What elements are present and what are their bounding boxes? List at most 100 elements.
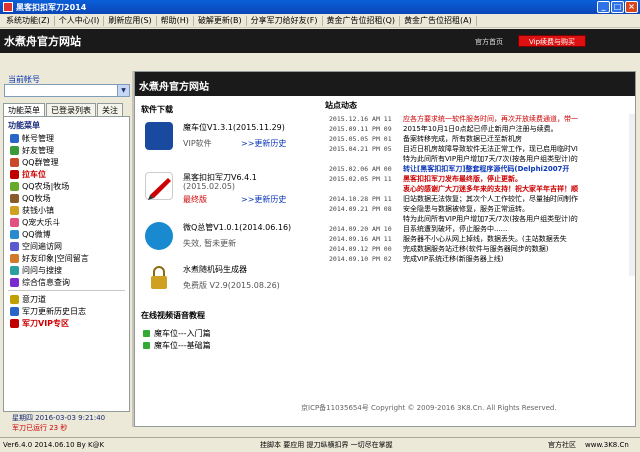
news-row: 衷心的感谢广大刀迷多年来的支持！祝大家羊年吉祥！顺 — [329, 184, 629, 194]
window-controls: _ □ × — [597, 1, 638, 13]
news-row: 特为此间所有VIP用户增加7天/7次(按各用户组类型计)的 — [329, 154, 629, 164]
site-title: 水煮舟官方网站 — [4, 35, 81, 48]
ranch-icon — [10, 193, 19, 203]
ask-icon — [10, 265, 19, 275]
news-text[interactable]: 完成VIP系统迁移(新服务器上线) — [403, 254, 504, 264]
community-link[interactable]: 官方社区 — [548, 440, 576, 450]
sidebar-item-label: 问问与搜搜 — [22, 265, 62, 275]
spacer-strip — [0, 55, 640, 69]
sidebar-item[interactable]: QQ农场|牧场 — [4, 180, 129, 192]
sidebar-item[interactable]: Q宠大乐斗 — [4, 216, 129, 228]
sidebar-item[interactable]: 好友印象|空间留言 — [4, 252, 129, 264]
sidebar-item[interactable]: 空间遍访网 — [4, 240, 129, 252]
news-text[interactable]: 备案转移完成，所有数据已迁至新机房 — [403, 134, 522, 144]
site-url[interactable]: www.3K8.Cn — [585, 441, 629, 449]
sidebar-item-label: 意刀道 — [22, 294, 46, 304]
sidebar-item[interactable]: 意刀道 — [4, 293, 129, 305]
check-icon — [143, 330, 150, 337]
tutorial-label[interactable]: 魔车位---入门篇 — [154, 328, 211, 339]
news-text[interactable]: 完成数据服务站迁移(软件与服务器同步的数据) — [403, 244, 548, 254]
tab-function-menu[interactable]: 功能菜单 — [3, 103, 45, 117]
news-text[interactable]: 目近日机房故障导致软件无法正常工作，现已启用临时VI — [403, 144, 578, 154]
sidebar-item[interactable]: 拉车位 — [4, 168, 129, 180]
sidebar-item[interactable]: 好友管理 — [4, 144, 129, 156]
tutorial-link[interactable]: 魔车位---基础篇 — [143, 340, 211, 351]
sidebar-item-label: QQ群管理 — [22, 157, 59, 167]
download-item-qq[interactable]: 微Q总管V1.0.1(2014.06.16) 失效, 暂未更新 — [141, 220, 321, 260]
slogan-text: 挂脚本 要应用 提刀纵横扣界 一切尽在掌握 — [260, 441, 393, 449]
download-sub: 免费版 V2.9(2015.08.26) — [183, 281, 280, 290]
news-text[interactable]: 服务器不小心从网上掉线，数据丢失。(主站数据丢失 — [403, 234, 567, 244]
minimize-icon[interactable]: _ — [597, 1, 610, 13]
news-row: 2014.10.28 PM 11 旧站数据无法恢复；其次个人工作较忙，尽量抽时间制… — [329, 194, 629, 204]
news-time: 2014.09.10 PM 02 — [329, 255, 392, 263]
download-item-knife[interactable]: 黑客扣扣军刀V6.4.1 (2015.02.05) 最终版 >>更新历史 — [141, 170, 321, 210]
sidebar-status: 星期四 2016-03-03 9:21:40 军刀已运行 23 秒 — [0, 413, 132, 432]
menu-help[interactable]: 帮助(H) — [157, 15, 194, 26]
update-history-link[interactable]: >>更新历史 — [241, 194, 286, 205]
download-name[interactable]: 微Q总管V1.0.1(2014.06.16) — [183, 222, 291, 233]
news-time: 2014.09.12 PM 00 — [329, 245, 392, 253]
news-row: 2015.04.21 PM 05 目近日机房故障导致软件无法正常工作，现已启用临时… — [329, 144, 629, 154]
news-text[interactable]: 转让[黑客扣扣军刀]整套程序源代码(Delphi2007开 — [403, 164, 569, 174]
status-date: 星期四 2016-03-03 9:21:40 — [12, 414, 106, 422]
sidebar-item[interactable]: 军刀更新历史日志 — [4, 305, 129, 317]
sidebar-item[interactable]: QQ牧场 — [4, 192, 129, 204]
update-history-link[interactable]: >>更新历史 — [241, 138, 286, 149]
news-text[interactable]: 特为此间所有VIP用户增加7天/7次(按各用户组类型计)的 — [403, 214, 578, 224]
account-select[interactable]: ▼ — [4, 84, 130, 97]
menu-ad-q[interactable]: 黄金广告位招租(Q) — [323, 15, 401, 26]
news-row: 2015.05.05 PM 01 备案转移完成，所有数据已迁至新机房 — [329, 134, 629, 144]
title-bar: 黑客扣扣军刀2014 _ □ × — [0, 0, 640, 14]
qq-app-icon — [145, 222, 173, 250]
sidebar-item[interactable]: 军刀VIP专区 — [4, 317, 129, 329]
tab-follow[interactable]: 关注 — [97, 103, 123, 117]
news-text[interactable]: 衷心的感谢广大刀迷多年来的支持！祝大家羊年吉祥！顺 — [403, 184, 578, 194]
menu-personal[interactable]: 个人中心(I) — [55, 15, 105, 26]
vip-renew-button[interactable]: Vip续费与购买 — [518, 35, 586, 47]
news-time: 2014.09.20 AM 10 — [329, 225, 392, 233]
menu-system[interactable]: 系统功能(Z) — [2, 15, 55, 26]
sidebar-item[interactable]: QQ微博 — [4, 228, 129, 240]
knife-shape — [148, 178, 171, 200]
sidebar-item-label: 综合信息查询 — [22, 277, 70, 287]
news-text[interactable]: 应各方要求统一软件服务时间，再次开放续费通道，带一 — [403, 114, 578, 124]
sidebar-item[interactable]: 问问与搜搜 — [4, 264, 129, 276]
pet-icon — [10, 217, 19, 227]
news-scrollbar[interactable] — [629, 114, 635, 276]
sidebar-item[interactable]: QQ群管理 — [4, 156, 129, 168]
download-sub: 失效, 暂未更新 — [183, 239, 237, 248]
news-text[interactable]: 2015年10月1日0点起已停止新用户注册与续费。 — [403, 124, 558, 134]
tab-logged-in-list[interactable]: 已登录列表 — [46, 103, 96, 117]
download-name[interactable]: 水煮随机码生成器 — [183, 264, 247, 275]
tutorial-link[interactable]: 魔车位---入门篇 — [143, 328, 211, 339]
menu-share[interactable]: 分享军刀给好友(F) — [247, 15, 323, 26]
news-text[interactable]: 黑客扣扣军刀发布最终版，停止更新。 — [403, 174, 522, 184]
sidebar-item[interactable]: 帐号管理 — [4, 132, 129, 144]
news-list: 2015.12.16 AM 11 应各方要求统一软件服务时间，再次开放续费通道，带… — [329, 114, 629, 276]
tutorial-label[interactable]: 魔车位---基础篇 — [154, 340, 211, 351]
friends-icon — [10, 145, 19, 155]
sidebar-item-label: 好友印象|空间留言 — [22, 253, 89, 263]
account-icon — [10, 133, 19, 143]
download-item-car[interactable]: 魔车位V1.3.1(2015.11.29) VIP软件 >>更新历史 — [141, 120, 321, 160]
news-text[interactable]: 特为此间所有VIP用户增加7天/7次(按各用户组类型计)的 — [403, 154, 578, 164]
download-item-lock[interactable]: 水煮随机码生成器 免费版 V2.9(2015.08.26) — [141, 262, 321, 302]
status-bar: Ver6.4.0 2014.06.10 By K@K 挂脚本 要应用 提刀纵横扣… — [0, 437, 640, 452]
menu-crack-update[interactable]: 破解更新(B) — [194, 15, 247, 26]
log-icon — [10, 306, 19, 316]
news-text[interactable]: 安全隐患与数据被修复，服务正常运转。 — [403, 204, 529, 214]
news-time: 2015.04.21 PM 05 — [329, 145, 392, 153]
news-text[interactable]: 目系统遭到破坏，停止服务中...... — [403, 224, 507, 234]
home-link[interactable]: 官方首页 — [475, 37, 503, 47]
farm-icon — [10, 181, 19, 191]
maximize-icon[interactable]: □ — [611, 1, 624, 13]
download-name[interactable]: 魔车位V1.3.1(2015.11.29) — [183, 122, 285, 133]
sidebar-item[interactable]: 综合信息查询 — [4, 276, 129, 288]
menu-ad-a[interactable]: 黄金广告位招租(A) — [400, 15, 477, 26]
sidebar-item[interactable]: 获钱小镇 — [4, 204, 129, 216]
news-text[interactable]: 旧站数据无法恢复；其次个人工作较忙，尽量抽时间制作 — [403, 194, 578, 204]
chevron-down-icon[interactable]: ▼ — [117, 85, 129, 96]
menu-refresh[interactable]: 刷新应用(S) — [104, 15, 157, 26]
close-icon[interactable]: × — [625, 1, 638, 13]
